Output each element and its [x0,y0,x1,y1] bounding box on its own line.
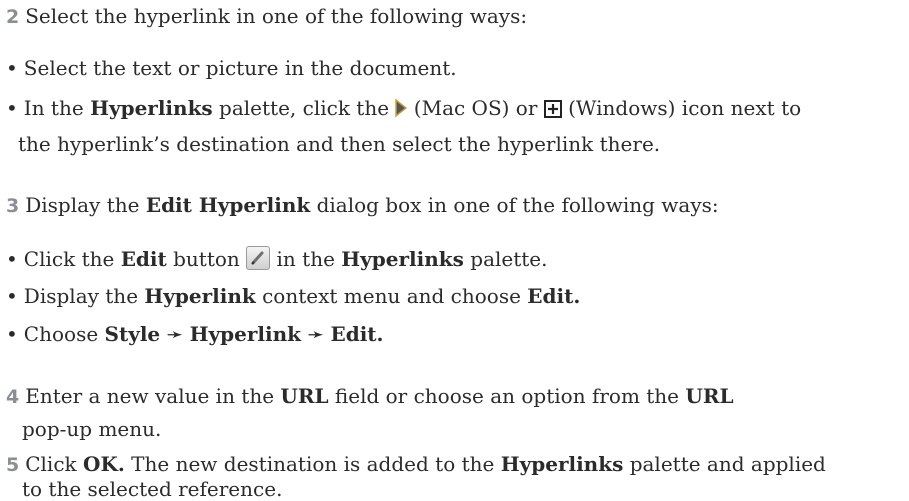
bullet-icon: • [6,284,18,308]
step-text: Select the hyperlink in one of the follo… [25,4,528,28]
step-number: 4 [6,386,20,408]
bullet-continuation: the hyperlink’s destination and then sel… [18,132,661,156]
bullet-item: • In the Hyperlinks palette, click the (M… [6,96,905,123]
step-2: 2 Select the hyperlink in one of the foll… [6,4,905,29]
step-number: 5 [6,454,20,476]
step-5: 5 Click OK. The new destination is added … [6,452,826,476]
arrow-icon: ➛ [307,322,325,346]
arrow-icon: ➛ [166,322,184,346]
pencil-edit-icon [246,246,271,270]
bullet-item: • Click the Edit button in the Hyperlinks… [6,246,548,271]
step-continuation: to the selected reference. [22,477,283,501]
bullet-item: • Select the text or picture in the docum… [6,56,905,80]
bullet-icon: • [6,96,18,120]
bullet-icon: • [6,322,18,346]
bullet-item: • Display the Hyperlink context menu and … [6,284,581,308]
disclosure-triangle-icon [395,98,408,123]
step-continuation: pop-up menu. [22,417,162,441]
plus-box-icon [543,99,562,123]
step-4: 4 Enter a new value in the URL field or c… [6,384,734,408]
step-number: 3 [6,195,20,217]
bullet-item: • Choose Style ➛ Hyperlink ➛ Edit. [6,322,384,346]
bullet-icon: • [6,247,18,271]
bullet-text: Select the text or picture in the docume… [23,56,457,80]
bullet-icon: • [6,56,18,80]
step-number: 2 [6,6,20,28]
step-3: 3 Display the Edit Hyperlink dialog box i… [6,193,719,217]
